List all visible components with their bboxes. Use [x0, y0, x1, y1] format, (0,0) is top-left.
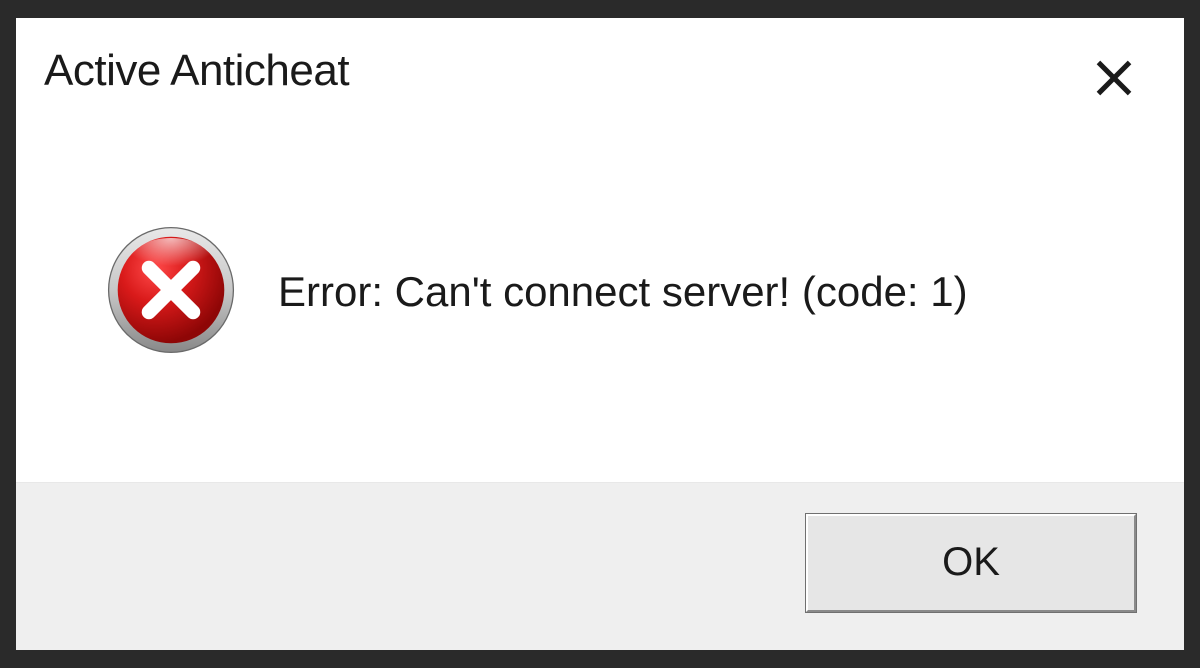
close-icon: [1097, 61, 1131, 95]
ok-button[interactable]: OK: [806, 514, 1136, 612]
dialog-frame: Active Anticheat: [0, 0, 1200, 668]
dialog-content: Error: Can't connect server! (code: 1): [16, 102, 1184, 482]
dialog-title: Active Anticheat: [44, 46, 349, 96]
titlebar: Active Anticheat: [16, 18, 1184, 102]
button-bar: OK: [16, 482, 1184, 650]
close-button[interactable]: [1090, 54, 1138, 102]
error-icon: [106, 225, 236, 360]
error-dialog: Active Anticheat: [16, 18, 1184, 650]
error-message: Error: Can't connect server! (code: 1): [278, 267, 968, 317]
